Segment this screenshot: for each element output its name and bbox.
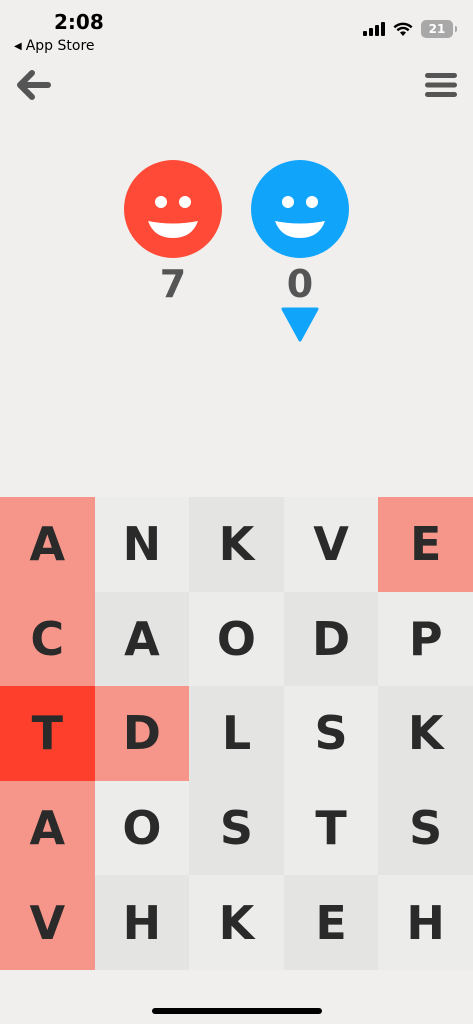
- battery-icon: 21: [421, 20, 457, 38]
- letter-tile[interactable]: C: [0, 591, 95, 687]
- letter-tile[interactable]: V: [283, 497, 379, 592]
- letter-tile[interactable]: K: [189, 875, 284, 970]
- letter-tile[interactable]: V: [0, 875, 95, 970]
- back-to-app-link[interactable]: ◀ App Store: [14, 38, 95, 54]
- letter-tile[interactable]: S: [378, 780, 473, 876]
- letter-tile[interactable]: A: [0, 497, 95, 592]
- letter-tile[interactable]: S: [283, 686, 379, 781]
- triangle-down-icon: [281, 307, 319, 342]
- blue-smiley-avatar: [251, 160, 349, 258]
- letter-tile[interactable]: E: [283, 875, 379, 970]
- blue-player: 0: [251, 160, 349, 306]
- game-screen: 2:08 ◀ App Store 21 7 0 A N K V E C A O …: [0, 0, 473, 1024]
- smiley-face-icon: [148, 196, 198, 238]
- arrow-left-icon[interactable]: [14, 66, 52, 104]
- status-icons: 21: [363, 20, 457, 38]
- letter-tile[interactable]: P: [378, 591, 473, 687]
- home-indicator[interactable]: [152, 1008, 322, 1014]
- letter-tile[interactable]: A: [94, 591, 190, 687]
- letter-tile[interactable]: O: [94, 780, 190, 876]
- letter-board: ANKVECAODPTDLSKAOSTSVHKEH: [0, 497, 473, 970]
- back-app-label: App Store: [25, 38, 95, 54]
- letter-tile[interactable]: T: [0, 686, 95, 781]
- letter-tile[interactable]: K: [189, 497, 284, 592]
- status-time: 2:08: [54, 10, 104, 34]
- back-triangle-icon: ◀: [14, 40, 22, 52]
- letter-tile[interactable]: K: [378, 686, 473, 781]
- letter-tile[interactable]: L: [189, 686, 284, 781]
- red-smiley-avatar: [124, 160, 222, 258]
- smiley-face-icon: [275, 196, 325, 238]
- letter-tile[interactable]: E: [378, 497, 473, 592]
- letter-tile[interactable]: S: [189, 780, 284, 876]
- letter-tile[interactable]: H: [378, 875, 473, 970]
- letter-tile[interactable]: D: [283, 591, 379, 687]
- hamburger-menu-icon[interactable]: [425, 70, 457, 100]
- letter-tile[interactable]: A: [0, 780, 95, 876]
- cellular-signal-icon: [363, 22, 385, 36]
- battery-level: 21: [428, 22, 446, 36]
- letter-tile[interactable]: H: [94, 875, 190, 970]
- wifi-icon: [393, 22, 413, 36]
- letter-tile[interactable]: N: [94, 497, 190, 592]
- letter-tile[interactable]: T: [283, 780, 379, 876]
- red-player: 7: [124, 160, 222, 306]
- letter-tile[interactable]: D: [94, 686, 190, 781]
- blue-score: 0: [286, 262, 314, 306]
- letter-tile[interactable]: O: [189, 591, 284, 687]
- red-score: 7: [159, 262, 187, 306]
